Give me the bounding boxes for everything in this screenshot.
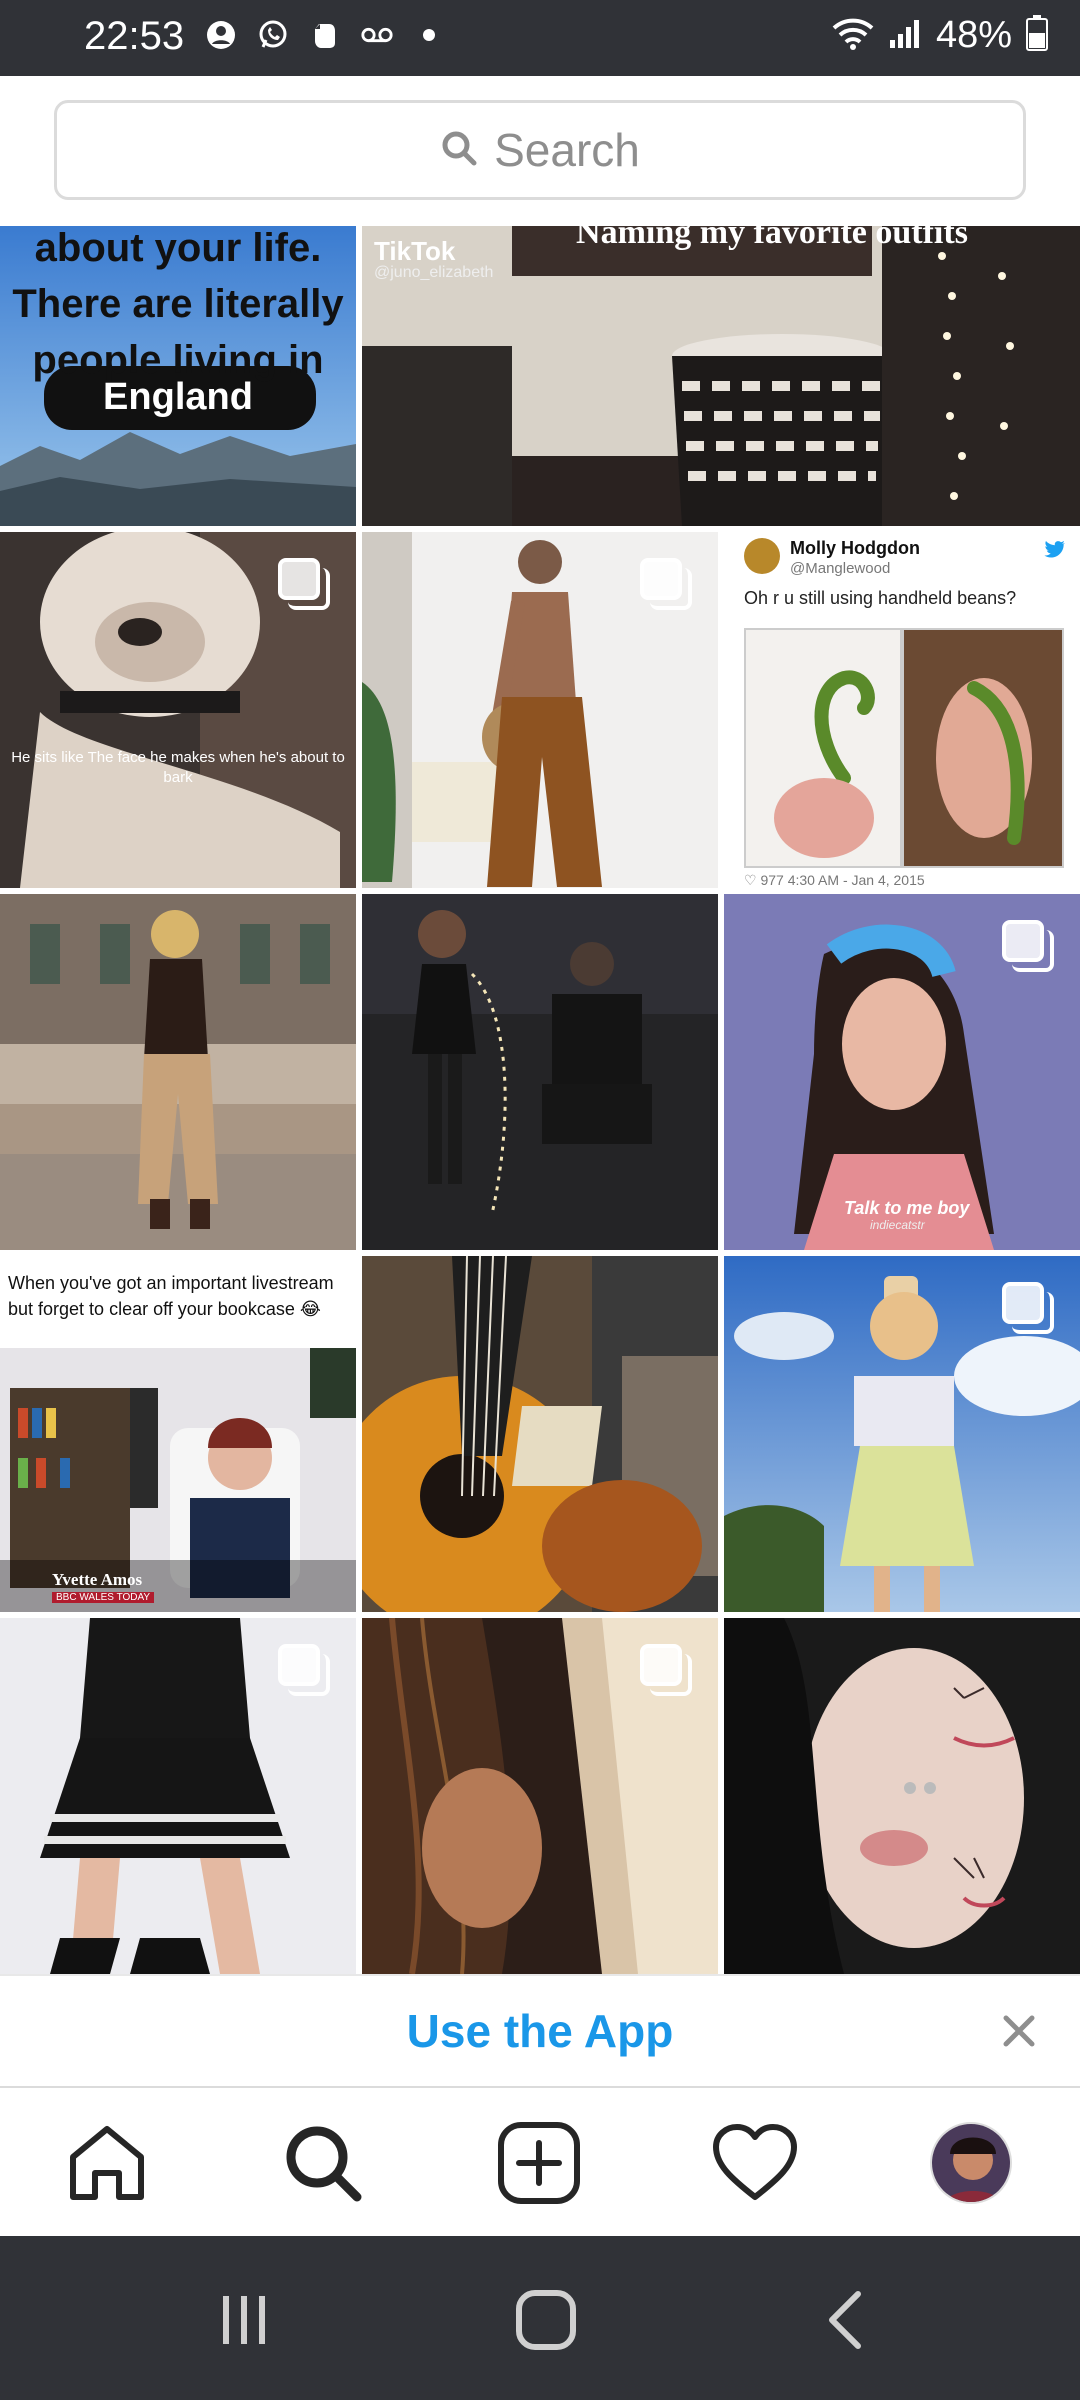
status-bar: 22:53 48%: [0, 0, 1080, 76]
battery-icon: [1026, 15, 1048, 56]
video-caption: Talk to me boy: [844, 1198, 970, 1218]
explore-post[interactable]: about your life. There are literally peo…: [0, 226, 356, 526]
carousel-icon: [1002, 920, 1054, 972]
search-nav-icon[interactable]: [278, 2118, 368, 2208]
tweet-footer: ♡ 977 4:30 AM - Jan 4, 2015: [744, 872, 925, 888]
carousel-icon: [278, 1644, 330, 1696]
evernote-icon: [308, 18, 342, 52]
notification-icons: [204, 18, 446, 52]
tweet-text: Oh r u still using handheld beans?: [744, 588, 1017, 608]
home-button-icon[interactable]: [506, 2280, 586, 2360]
tweet-image: [744, 628, 1064, 868]
whatsapp-icon: [256, 18, 290, 52]
explore-post[interactable]: When you've got an important livestream …: [0, 1256, 356, 1612]
battery-percent: 48%: [935, 14, 1012, 56]
explore-post[interactable]: TikTok @juno_elizabeth Naming my favorit…: [362, 226, 1080, 526]
new-post-icon[interactable]: [494, 2118, 584, 2208]
dot-icon: [412, 18, 446, 52]
search-area: Search: [0, 76, 1080, 226]
explore-post[interactable]: [362, 1256, 718, 1612]
explore-post[interactable]: [362, 894, 718, 1250]
home-icon[interactable]: [62, 2118, 152, 2208]
voicemail-icon: [360, 18, 394, 52]
video-caption: Naming my favorite outfits: [576, 226, 968, 251]
tweet-handle: @Manglewood: [790, 560, 891, 577]
use-app-button[interactable]: Use the App: [0, 2004, 1080, 2058]
status-time: 22:53: [84, 14, 185, 58]
status-right: 48%: [832, 14, 1048, 57]
meme-label: England: [103, 376, 253, 418]
system-nav-bar: [0, 2236, 1080, 2400]
face-tattoo-image: [724, 1618, 1080, 1974]
activity-heart-icon[interactable]: [710, 2118, 800, 2208]
carousel-icon: [640, 558, 692, 610]
avatar: [930, 2122, 1012, 2204]
tiktok-handle: @juno_elizabeth: [374, 264, 494, 281]
meme-line: There are literally: [12, 282, 344, 326]
explore-post[interactable]: [0, 894, 356, 1250]
meme-text: When you've got an important livestream …: [8, 1273, 334, 1319]
profile-avatar[interactable]: [926, 2118, 1016, 2208]
bottom-nav: [0, 2088, 1080, 2236]
back-icon[interactable]: [808, 2280, 888, 2360]
close-icon[interactable]: [994, 2006, 1044, 2056]
night-photo-image: [362, 894, 718, 1250]
explore-post[interactable]: [724, 1618, 1080, 1974]
carousel-icon: [640, 1644, 692, 1696]
search-icon: [440, 129, 478, 172]
carousel-icon: [1002, 1282, 1054, 1334]
signal-icon: [888, 16, 922, 55]
lower-third-channel: BBC WALES TODAY: [52, 1592, 155, 1603]
explore-post[interactable]: [724, 1256, 1080, 1612]
explore-post[interactable]: [0, 1618, 356, 1974]
explore-post[interactable]: Molly Hodgdon @Manglewood Oh r u still u…: [724, 532, 1080, 888]
explore-post[interactable]: [362, 1618, 718, 1974]
wifi-icon: [832, 16, 874, 55]
search-placeholder: Search: [494, 124, 640, 176]
recent-apps-icon[interactable]: [204, 2280, 284, 2360]
explore-post[interactable]: [362, 532, 718, 888]
explore-grid: about your life. There are literally peo…: [0, 226, 1080, 1974]
guitar-image: [362, 1256, 718, 1612]
tiktok-logo: TikTok: [374, 236, 456, 266]
explore-post[interactable]: He sits like The face he makes when he's…: [0, 532, 356, 888]
lower-third-name: Yvette Amos: [52, 1570, 143, 1589]
account-icon: [204, 18, 238, 52]
twitter-icon: [1044, 540, 1066, 563]
carousel-icon: [278, 558, 330, 610]
tweet-avatar: [744, 538, 780, 574]
post-caption: He sits like The face he makes when he's…: [11, 749, 345, 786]
explore-post[interactable]: Talk to me boy indiecatstr: [724, 894, 1080, 1250]
video-watermark: indiecatstr: [870, 1218, 925, 1232]
street-outfit-image: [0, 894, 356, 1250]
meme-line: about your life.: [34, 226, 322, 270]
use-app-banner: Use the App: [0, 1974, 1080, 2088]
tweet-author: Molly Hodgdon: [790, 538, 920, 558]
search-input[interactable]: Search: [54, 100, 1026, 200]
